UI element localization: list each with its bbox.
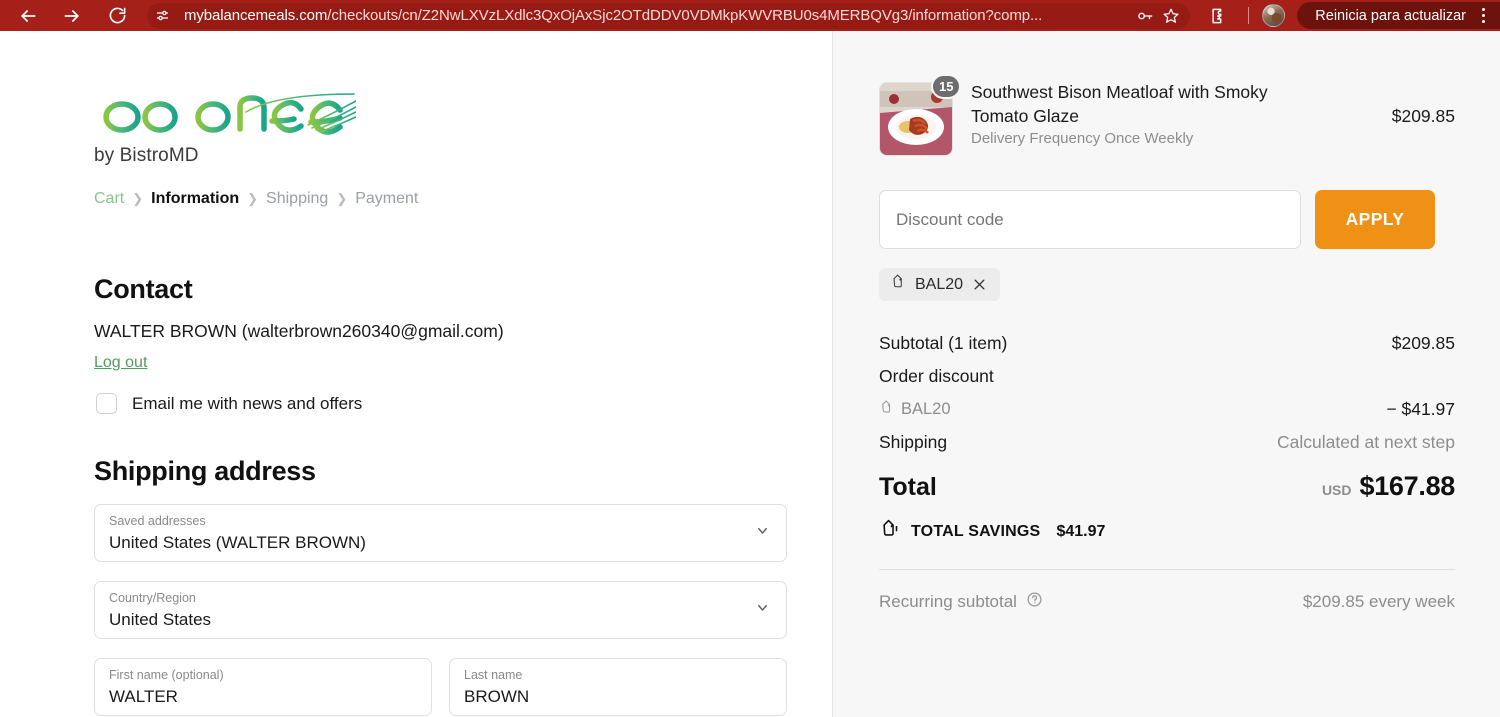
forward-icon[interactable] (57, 1, 87, 31)
tag-icon (890, 274, 906, 295)
close-icon[interactable] (972, 277, 987, 292)
total-savings-label: TOTAL SAVINGS (911, 523, 1041, 540)
chevron-down-icon[interactable] (755, 523, 770, 543)
order-totals: Subtotal (1 item) $209.85 Order discount… (879, 327, 1455, 613)
first-name-label: First name (optional) (109, 668, 224, 682)
total-right: USD $167.88 (1322, 471, 1455, 502)
country-region-value: United States (109, 610, 212, 629)
line-item-subtitle: Delivery Frequency Once Weekly (971, 130, 1194, 147)
breadcrumb: Cart ❯ Information ❯ Shipping ❯ Payment (94, 190, 418, 208)
breadcrumb-item-cart[interactable]: Cart (94, 190, 124, 208)
last-name-label: Last name (464, 668, 523, 682)
chrome-right-controls: Reinicia para actualizar (1190, 0, 1500, 31)
browser-toolbar: mybalancemeals.com/checkouts/cn/Z2NwLXVz… (0, 0, 1500, 31)
discount-code-row: APPLY (879, 190, 1435, 249)
discount-code-name: BAL20 (901, 400, 951, 418)
contact-heading: Contact (94, 274, 193, 304)
total-currency: USD (1321, 482, 1352, 498)
question-circle-icon[interactable] (1026, 591, 1043, 613)
restart-to-update-button[interactable]: Reinicia para actualizar (1297, 2, 1500, 29)
first-name-input[interactable]: First name (optional) WALTER (94, 658, 432, 716)
chevron-down-icon[interactable] (755, 600, 770, 620)
breadcrumb-item-information[interactable]: Information (151, 190, 239, 208)
subtotal-value: $209.85 (1391, 333, 1455, 353)
applied-discount-label: BAL20 (915, 275, 964, 293)
log-out-link[interactable]: Log out (94, 354, 147, 372)
kebab-menu-icon[interactable] (1470, 3, 1496, 29)
brand-tagline: by BistroMD (94, 145, 199, 166)
line-item-thumbnail-wrap: 15 (879, 74, 962, 156)
applied-discount-chip: BAL20 (879, 268, 1001, 301)
shipping-value: Calculated at next step (1276, 432, 1455, 452)
tag-icon (879, 519, 900, 545)
shipping-label: Shipping (879, 432, 948, 452)
checkout-form-column: by BistroMD Cart ❯ Information ❯ Shippin… (0, 31, 832, 717)
order-discount-row: Order discount (879, 360, 1455, 393)
tune-icon[interactable] (150, 4, 174, 28)
subtotal-label: Subtotal (1 item) (879, 333, 1008, 353)
checkout-page: by BistroMD Cart ❯ Information ❯ Shippin… (0, 31, 1500, 717)
star-icon[interactable] (1158, 3, 1184, 29)
subtotal-row: Subtotal (1 item) $209.85 (879, 327, 1455, 360)
reload-icon[interactable] (102, 1, 132, 31)
breadcrumb-separator: ❯ (247, 191, 259, 206)
saved-addresses-label: Saved addresses (109, 514, 206, 528)
url-host: mybalancemeals.com (184, 7, 328, 24)
tag-icon (879, 400, 894, 420)
total-label: Total (879, 473, 937, 501)
line-item-title: Southwest Bison Meatloaf with Smoky Toma… (971, 82, 1268, 126)
discount-amount-value: − $41.97 (1386, 399, 1455, 419)
line-item-price: $209.85 (1391, 106, 1455, 126)
total-savings-amount: $41.97 (1056, 523, 1106, 540)
address-bar[interactable]: mybalancemeals.com/checkouts/cn/Z2NwLXVz… (147, 2, 1191, 29)
store-logo[interactable]: by BistroMD (94, 81, 356, 167)
recurring-subtotal-label: Recurring subtotal (879, 592, 1017, 611)
discount-code-row-total: BAL20 − $41.97 (879, 393, 1455, 426)
recurring-subtotal-label-wrap: Recurring subtotal (879, 591, 1043, 613)
breadcrumb-item-payment[interactable]: Payment (355, 190, 418, 208)
toolbar-divider (1248, 7, 1250, 24)
last-name-input[interactable]: Last name BROWN (449, 658, 787, 716)
contact-identity: WALTER BROWN (walterbrown260340@gmail.co… (94, 321, 504, 341)
last-name-value: BROWN (464, 687, 530, 706)
discount-code-label-wrap: BAL20 (879, 400, 951, 420)
saved-addresses-select[interactable]: Saved addresses United States (WALTER BR… (94, 504, 787, 562)
shipping-address-heading: Shipping address (94, 456, 316, 486)
total-row: Total USD $167.88 (879, 471, 1455, 502)
url-path: /checkouts/cn/Z2NwLXVzLXdlc3QxOjAxSjc2OT… (327, 7, 1043, 24)
newsletter-checkbox[interactable] (96, 393, 117, 414)
balance-wordmark (103, 84, 356, 135)
shipping-row: Shipping Calculated at next step (879, 426, 1455, 459)
line-item-quantity-badge: 15 (931, 74, 962, 99)
breadcrumb-separator: ❯ (336, 191, 348, 206)
country-region-select[interactable]: Country/Region United States (94, 581, 787, 639)
order-summary-column: 15 Southwest Bison Meatloaf with Smoky T… (832, 31, 1500, 717)
line-item: 15 Southwest Bison Meatloaf with Smoky T… (879, 74, 1455, 160)
back-icon[interactable] (13, 1, 43, 31)
breadcrumb-separator: ❯ (132, 191, 144, 206)
recurring-subtotal-value: $209.85 every week (1302, 592, 1455, 611)
restart-to-update-label: Reinicia para actualizar (1315, 7, 1466, 24)
total-amount: $167.88 (1359, 471, 1456, 501)
first-name-value: WALTER (109, 687, 178, 706)
newsletter-checkbox-row[interactable]: Email me with news and offers (96, 393, 362, 414)
discount-code-input[interactable] (879, 190, 1301, 249)
breadcrumb-item-shipping[interactable]: Shipping (266, 190, 328, 208)
newsletter-label: Email me with news and offers (132, 393, 363, 413)
puzzle-piece-icon[interactable] (1204, 1, 1234, 31)
saved-addresses-value: United States (WALTER BROWN) (109, 533, 366, 552)
apply-discount-button[interactable]: APPLY (1315, 190, 1435, 249)
url-text[interactable]: mybalancemeals.com/checkouts/cn/Z2NwLXVz… (184, 7, 1132, 24)
summary-divider (879, 569, 1455, 570)
recurring-subtotal-row: Recurring subtotal $209.85 every week (879, 591, 1455, 613)
key-icon[interactable] (1132, 3, 1158, 29)
order-discount-label: Order discount (879, 366, 994, 386)
country-region-label: Country/Region (109, 591, 196, 605)
total-savings-row: TOTAL SAVINGS $41.97 (879, 519, 1455, 545)
avatar[interactable] (1262, 4, 1286, 27)
